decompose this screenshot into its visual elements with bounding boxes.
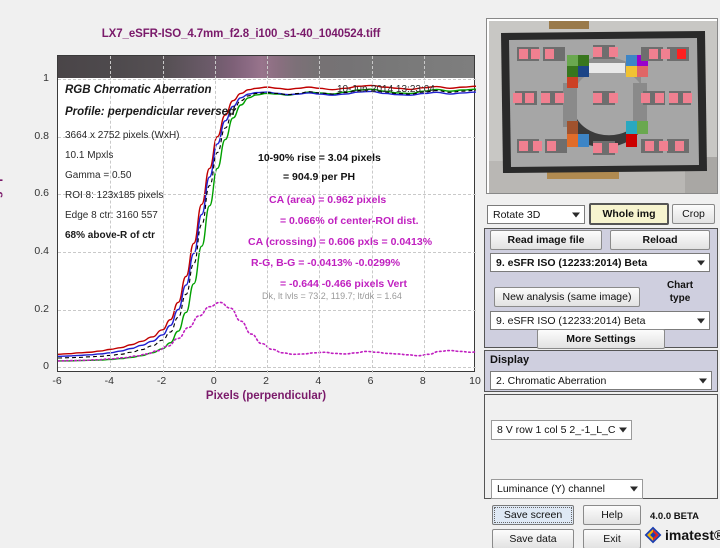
chart-type-label-line2: type bbox=[669, 293, 691, 304]
chevron-down-icon bbox=[697, 260, 705, 265]
x-tick-label: -4 bbox=[104, 375, 114, 387]
imatest-application-window: LX7_eSFR-ISO_4.7mm_f2.8_i100_s1-40_10405… bbox=[0, 0, 720, 548]
help-button[interactable]: Help bbox=[583, 505, 641, 525]
annotation-heading-1: RGB Chromatic Aberration bbox=[65, 84, 212, 96]
chevron-down-icon bbox=[630, 486, 638, 492]
annotation-rg-bg: R-G, B-G = -0.0413% -0.0299% bbox=[251, 257, 401, 269]
annotation-levels: Dk, lt lvls = 73.2, 119.7; lt/dk = 1.64 bbox=[262, 291, 402, 301]
roi-select[interactable]: 8 V row 1 col 5 2_-1_L_C bbox=[491, 420, 632, 440]
reload-label: Reload bbox=[642, 234, 678, 246]
exit-label: Exit bbox=[603, 533, 621, 545]
y-tick-label: 0.2 bbox=[34, 302, 49, 315]
whole-img-button[interactable]: Whole img bbox=[589, 203, 669, 225]
save-data-button[interactable]: Save data bbox=[492, 529, 574, 548]
module-select-bottom[interactable]: 9. eSFR ISO (12233:2014) Beta bbox=[490, 311, 710, 330]
y-axis-label: Edge profile bbox=[0, 146, 3, 213]
rotate-3d-value: Rotate 3D bbox=[493, 208, 541, 221]
module-select-bottom-value: 9. eSFR ISO (12233:2014) Beta bbox=[496, 314, 646, 327]
chevron-down-icon bbox=[572, 212, 580, 217]
chart-type-label-line1: Chart bbox=[666, 280, 694, 291]
gridline-horizontal bbox=[58, 79, 476, 81]
x-tick-label: 0 bbox=[210, 375, 217, 387]
chevron-down-icon bbox=[697, 318, 705, 323]
display-select[interactable]: 2. Chromatic Aberration bbox=[490, 371, 712, 390]
read-image-file-label: Read image file bbox=[507, 234, 585, 246]
x-tick-label: 8 bbox=[419, 375, 426, 387]
gridline-horizontal bbox=[58, 309, 476, 311]
x-tick-label: 2 bbox=[263, 375, 269, 387]
annotation-heading-2: Profile: perpendicular reversed bbox=[65, 106, 236, 118]
x-tick-label: -2 bbox=[156, 375, 167, 387]
more-settings-button[interactable]: More Settings bbox=[537, 329, 665, 349]
imatest-logo-icon bbox=[644, 526, 662, 544]
y-tick-label: 1 bbox=[43, 72, 49, 85]
whole-img-label: Whole img bbox=[602, 208, 656, 220]
x-axis-label: Pixels (perpendicular) bbox=[205, 390, 327, 402]
gridline-vertical bbox=[267, 56, 268, 373]
save-screen-label: Save screen bbox=[503, 509, 563, 521]
annotation-info-3: ROI 8: 123x185 pixels bbox=[65, 190, 164, 201]
annotation-pixels-vert: = -0.644 -0.466 pixels Vert bbox=[280, 278, 407, 290]
display-select-value: 2. Chromatic Aberration bbox=[496, 374, 607, 387]
annotation-rise-2: = 904.9 per PH bbox=[283, 171, 356, 183]
annotation-datestamp: 10-Jun-2014 13:23:04 bbox=[337, 84, 435, 95]
module-select-top-value: 9. eSFR ISO (12233:2014) Beta bbox=[496, 256, 648, 269]
crop-button[interactable]: Crop bbox=[672, 204, 715, 224]
more-settings-label: More Settings bbox=[566, 333, 636, 345]
roi-select-value: 8 V row 1 col 5 2_-1_L_C bbox=[497, 424, 616, 436]
channel-select-value: Luminance (Y) channel bbox=[497, 483, 605, 495]
new-analysis-button[interactable]: New analysis (same image) bbox=[494, 287, 640, 307]
annotation-info-1: 10.1 Mpxls bbox=[65, 150, 114, 161]
annotation-info-2: Gamma = 0.50 bbox=[65, 170, 132, 181]
annotation-ca-crossing: CA (crossing) = 0.606 pxls = 0.0413% bbox=[248, 236, 433, 248]
save-data-label: Save data bbox=[509, 533, 557, 545]
gridline-vertical bbox=[423, 56, 425, 373]
thumbnail-panel[interactable] bbox=[486, 18, 718, 194]
gridline-horizontal bbox=[58, 367, 476, 369]
annotation-rise-1: 10-90% rise = 3.04 pixels bbox=[258, 152, 381, 164]
annotation-info-4: Edge 8 ctr: 3160 557 bbox=[65, 210, 158, 221]
chevron-down-icon bbox=[699, 378, 707, 383]
y-tick-label: 0.6 bbox=[34, 187, 49, 200]
module-select-top[interactable]: 9. eSFR ISO (12233:2014) Beta bbox=[490, 253, 710, 272]
new-analysis-label: New analysis (same image) bbox=[502, 291, 632, 303]
annotation-info-bold: 68% above-R of ctr bbox=[65, 230, 156, 241]
gridline-horizontal bbox=[58, 251, 476, 253]
figure-title: LX7_eSFR-ISO_4.7mm_f2.8_i100_s1-40_10405… bbox=[101, 28, 381, 40]
exit-button[interactable]: Exit bbox=[583, 529, 641, 548]
y-tick-label: 0.4 bbox=[34, 244, 49, 257]
save-screen-button[interactable]: Save screen bbox=[492, 505, 574, 525]
gridline-vertical bbox=[214, 56, 216, 373]
read-image-file-button[interactable]: Read image file bbox=[490, 230, 602, 250]
x-tick-label: 6 bbox=[367, 375, 374, 387]
display-label: Display bbox=[490, 354, 530, 366]
figure-panel: LX7_eSFR-ISO_4.7mm_f2.8_i100_s1-40_10405… bbox=[0, 0, 482, 548]
thumbnail-svg bbox=[489, 21, 717, 193]
test-chart-thumbnail[interactable] bbox=[489, 21, 717, 193]
channel-select[interactable]: Luminance (Y) channel bbox=[491, 479, 643, 499]
y-tick-label: 0.8 bbox=[34, 129, 49, 142]
annotation-ca-pct: = 0.066% of center-ROI dist. bbox=[280, 215, 419, 227]
help-label: Help bbox=[601, 509, 623, 521]
annotation-info-0: 3664 x 2752 pixels (WxH) bbox=[65, 130, 180, 141]
chevron-down-icon bbox=[619, 427, 627, 433]
rotate-3d-select[interactable]: Rotate 3D bbox=[487, 205, 585, 224]
reload-button[interactable]: Reload bbox=[610, 230, 710, 250]
x-tick-label: -6 bbox=[52, 375, 62, 387]
annotation-ca-area: CA (area) = 0.962 pixels bbox=[269, 194, 387, 206]
crop-label: Crop bbox=[682, 208, 705, 220]
gridline-vertical bbox=[162, 56, 164, 373]
control-panel: Rotate 3D Whole img Crop Read image file… bbox=[482, 0, 720, 548]
version-label: 4.0.0 BETA bbox=[650, 511, 699, 522]
y-tick-label: 0 bbox=[43, 360, 49, 373]
x-tick-label: 4 bbox=[315, 375, 322, 387]
imatest-brand-label: imatest® bbox=[665, 527, 720, 543]
